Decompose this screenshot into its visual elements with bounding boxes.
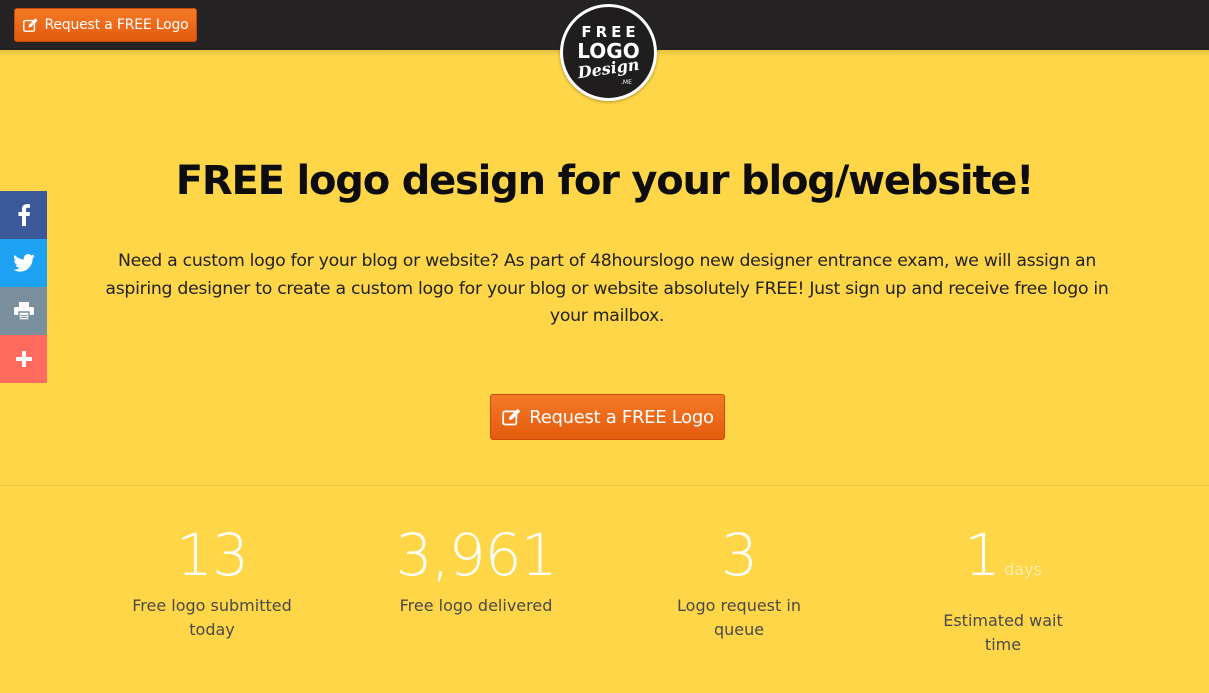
stat-label: Free logo delivered <box>399 596 553 615</box>
logo-line-me: .ME <box>621 79 632 86</box>
stat-in-queue: 3 Logo request in queue <box>629 520 849 642</box>
stat-number: 13 <box>176 521 249 589</box>
request-free-logo-header-button[interactable]: Request a FREE Logo <box>14 8 197 42</box>
hero-description: Need a custom logo for your blog or webs… <box>105 251 1109 326</box>
section-divider <box>0 485 1209 486</box>
edit-icon <box>502 408 521 425</box>
stat-value: 1 days <box>893 520 1113 605</box>
plus-icon <box>15 351 32 367</box>
twitter-icon <box>12 254 35 272</box>
request-free-logo-button[interactable]: Request a FREE Logo <box>490 394 725 440</box>
site-logo[interactable]: FREE LOGO Design .ME <box>560 4 657 101</box>
stat-number: 3 <box>721 521 758 589</box>
stat-value: 3,961 <box>366 520 586 590</box>
page-title: FREE logo design for your blog/website! <box>175 158 1035 204</box>
stat-number: 3,961 <box>395 521 557 589</box>
stat-label: Estimated wait time <box>943 611 1063 654</box>
print-icon <box>13 302 34 320</box>
stat-value: 13 <box>102 520 322 590</box>
stat-submitted-today: 13 Free logo submitted today <box>102 520 322 642</box>
stat-wait-time: 1 days Estimated wait time <box>893 520 1113 657</box>
stat-label: Logo request in queue <box>677 596 801 639</box>
stat-delivered: 3,961 Free logo delivered <box>366 520 586 618</box>
share-more-button[interactable] <box>0 335 47 383</box>
print-button[interactable] <box>0 287 47 335</box>
edit-icon <box>23 17 39 32</box>
request-free-logo-label: Request a FREE Logo <box>529 406 714 428</box>
stat-label: Free logo submitted today <box>132 596 292 639</box>
share-twitter-button[interactable] <box>0 239 47 287</box>
facebook-icon <box>18 204 30 226</box>
stat-unit: days <box>1004 560 1042 579</box>
request-free-logo-header-label: Request a FREE Logo <box>44 17 189 33</box>
stat-number: 1 <box>964 521 1001 589</box>
stat-value: 3 <box>629 520 849 590</box>
